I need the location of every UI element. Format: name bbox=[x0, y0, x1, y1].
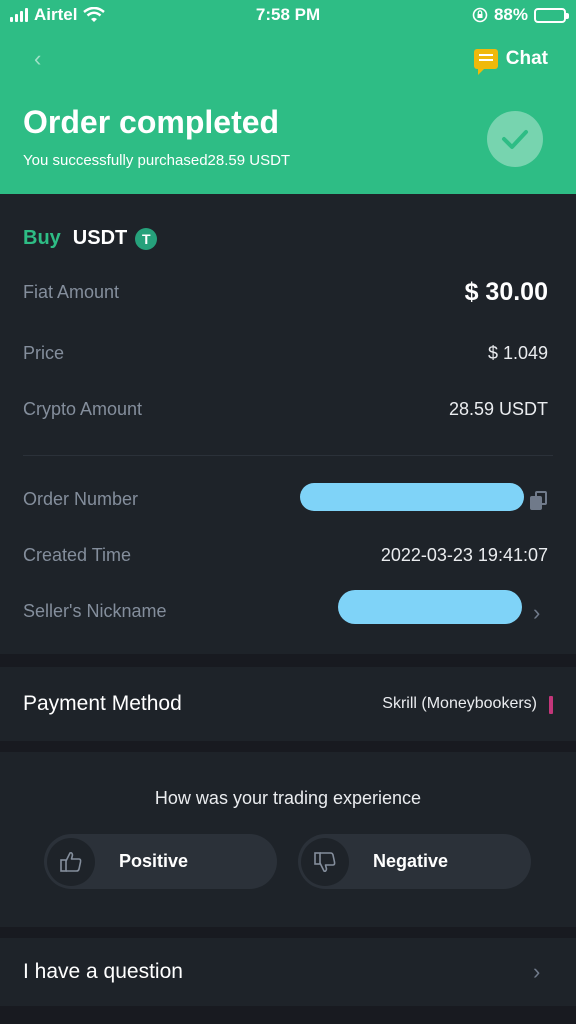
chevron-right-icon[interactable]: › bbox=[533, 600, 540, 626]
battery-icon bbox=[534, 7, 569, 23]
chat-icon bbox=[473, 49, 498, 75]
chevron-right-icon[interactable]: › bbox=[533, 959, 540, 985]
status-bar: Airtel 7:58 PM 88% bbox=[0, 0, 576, 30]
checkmark-icon bbox=[487, 111, 543, 167]
redacted-order-number bbox=[300, 483, 524, 511]
positive-button[interactable]: Positive bbox=[44, 834, 277, 889]
crypto-amount-value: 28.59 USDT bbox=[448, 399, 548, 419]
divider bbox=[23, 455, 553, 456]
orientation-lock-icon bbox=[472, 7, 488, 23]
header: Airtel 7:58 PM 88% ‹ Chat Order complete… bbox=[0, 0, 576, 194]
payment-accent-bar bbox=[549, 696, 553, 714]
price-label: Price bbox=[23, 343, 65, 363]
fiat-amount-value: $ 30.00 bbox=[464, 278, 548, 306]
page-subtitle: You successfully purchased28.59 USDT bbox=[23, 152, 291, 169]
asset-name: USDT bbox=[72, 227, 128, 249]
crypto-amount-label: Crypto Amount bbox=[23, 399, 143, 419]
payment-method-label: Payment Method bbox=[23, 692, 182, 715]
price-value: $ 1.049 bbox=[487, 343, 548, 363]
price-row: Price $ 1.049 bbox=[23, 343, 548, 364]
negative-label: Negative bbox=[373, 851, 449, 871]
positive-label: Positive bbox=[119, 851, 189, 871]
tether-icon: T bbox=[135, 227, 158, 250]
page-title: Order completed bbox=[23, 104, 280, 140]
created-time-value: 2022-03-23 19:41:07 bbox=[380, 545, 548, 565]
copy-icon[interactable] bbox=[530, 491, 548, 511]
chat-label: Chat bbox=[505, 48, 548, 69]
question-label: I have a question bbox=[23, 960, 183, 983]
thumbs-down-icon bbox=[301, 837, 349, 886]
seller-nickname-label: Seller's Nickname bbox=[23, 601, 167, 621]
created-time-label: Created Time bbox=[23, 545, 132, 565]
order-side: Buy bbox=[23, 227, 61, 249]
order-side-row: Buy USDT T bbox=[23, 227, 158, 250]
chat-button[interactable]: Chat bbox=[473, 48, 548, 75]
battery-percent: 88% bbox=[493, 5, 528, 24]
order-number-label: Order Number bbox=[23, 489, 139, 509]
fiat-amount-label: Fiat Amount bbox=[23, 282, 120, 302]
feedback-question: How was your trading experience bbox=[154, 788, 422, 808]
crypto-amount-row: Crypto Amount 28.59 USDT bbox=[23, 399, 548, 420]
thumbs-up-icon bbox=[47, 837, 95, 886]
order-details-card bbox=[0, 194, 576, 654]
back-arrow-icon[interactable]: ‹ bbox=[34, 46, 41, 72]
fiat-amount-row: Fiat Amount $ 30.00 bbox=[23, 278, 548, 307]
redacted-seller-nickname bbox=[338, 590, 522, 624]
created-time-row: Created Time 2022-03-23 19:41:07 bbox=[23, 545, 548, 566]
payment-method-value: Skrill (Moneybookers) bbox=[382, 695, 537, 712]
negative-button[interactable]: Negative bbox=[298, 834, 531, 889]
